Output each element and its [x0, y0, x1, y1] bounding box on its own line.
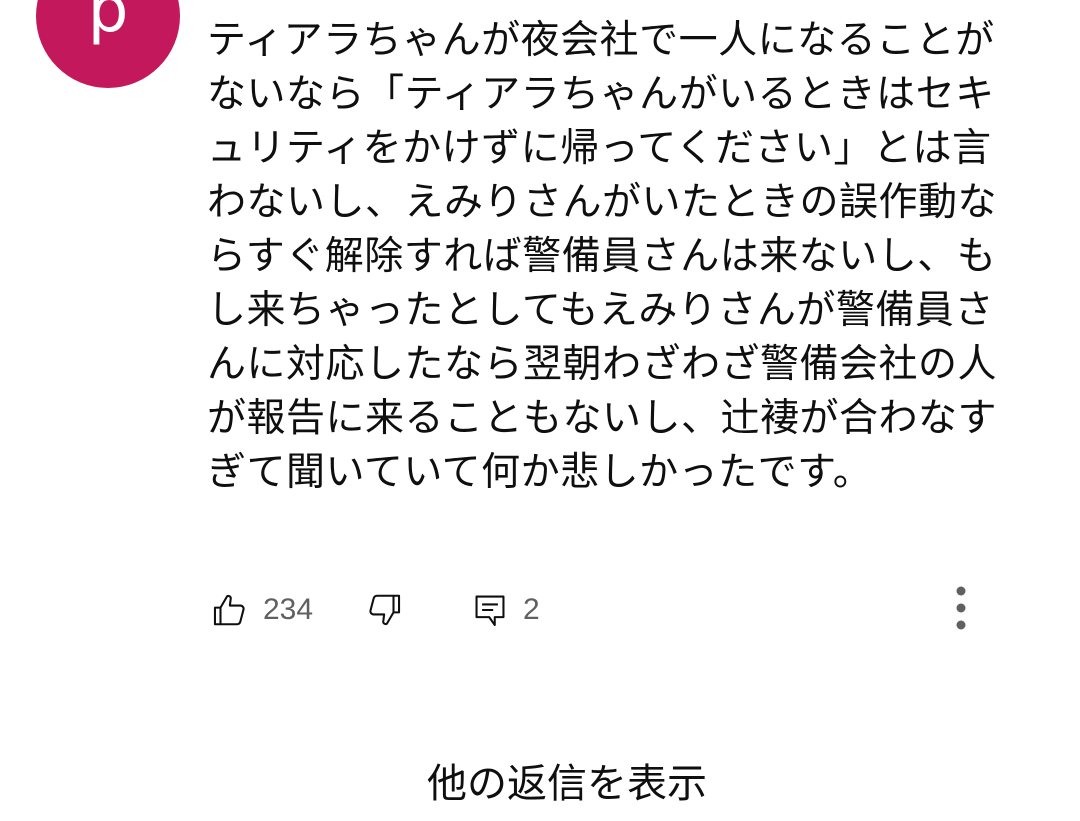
show-replies-button[interactable]: 他の返信を表示	[0, 756, 1080, 812]
comment-actions: 234 2	[207, 585, 1007, 635]
reply-count: 2	[523, 593, 540, 626]
like-count: 234	[263, 593, 314, 626]
comment-text: ティアラちゃんが夜会社で一人になることがないなら「ティアラちゃんがいるときはセキ…	[207, 18, 998, 495]
reply-button[interactable]: 2	[471, 585, 540, 635]
more-vertical-icon	[951, 586, 971, 643]
avatar[interactable]: p	[36, 0, 180, 88]
like-button[interactable]: 234	[211, 585, 313, 635]
dislike-button[interactable]	[365, 585, 403, 635]
comment-icon	[471, 591, 509, 629]
thumbs-up-icon	[211, 591, 249, 629]
avatar-letter: p	[87, 0, 129, 47]
thumbs-down-icon	[365, 591, 403, 629]
more-actions-button[interactable]	[951, 581, 971, 639]
